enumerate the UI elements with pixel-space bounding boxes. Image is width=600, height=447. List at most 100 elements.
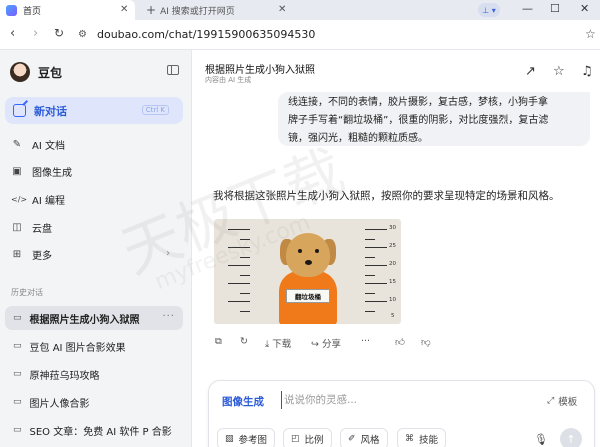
prompt-input[interactable] bbox=[281, 391, 531, 409]
height-ruler-right: 30 25 20 15 10 5 bbox=[365, 219, 401, 324]
notification-bell-icon[interactable]: ♫ bbox=[581, 65, 593, 78]
send-button[interactable]: ↑ bbox=[560, 428, 582, 447]
reference-image-icon: ▧ bbox=[225, 434, 234, 444]
regenerate-icon[interactable]: ↻ bbox=[240, 336, 248, 347]
history-item-label: 原神菈乌玛攻略 bbox=[29, 370, 100, 382]
browser-tab-home[interactable]: 首页 ✕ bbox=[0, 0, 135, 20]
brand-name: 豆包 bbox=[38, 65, 63, 80]
shortcut-badge: Ctrl K bbox=[141, 105, 169, 115]
forward-icon[interactable]: › bbox=[33, 27, 38, 40]
history-item[interactable]: ▭ SEO 文章：免费 AI 软件 P 合影 bbox=[5, 418, 183, 442]
chat-title: 根据照片生成小狗入狱照 bbox=[205, 65, 315, 76]
style-brush-icon: ✐ bbox=[348, 434, 356, 444]
bookmark-star-icon[interactable]: ☆ bbox=[585, 27, 596, 41]
ai-generated-notice: 内容由 AI 生成 bbox=[205, 76, 252, 84]
history-item[interactable]: ▭ 图片人像合影 bbox=[5, 390, 183, 414]
assistant-message: 我将根据这张照片生成小狗入狱照，按照你的要求呈现特定的场景和风格。 bbox=[213, 190, 560, 202]
chip-style[interactable]: ✐ 风格 bbox=[340, 428, 388, 447]
profile-badge[interactable]: ⊥ ▾ bbox=[478, 3, 500, 17]
mugshot-sign: 翻垃圾桶 bbox=[286, 289, 330, 303]
share-button[interactable]: ↪ 分享 bbox=[311, 336, 341, 350]
sidebar-item-more[interactable]: ⊞ 更多 bbox=[11, 246, 52, 262]
reload-icon[interactable]: ↻ bbox=[54, 27, 64, 39]
skill-icon: ⌘ bbox=[405, 434, 414, 444]
share-label: 分享 bbox=[322, 339, 342, 350]
user-message-line: 镜，强闪光，粗糙的颗粒质感。 bbox=[288, 133, 428, 144]
thumbs-down-icon[interactable]: 👎︎ bbox=[421, 336, 431, 348]
user-message-bubble: 线连接，不同的表情，胶片摄影，复古感，梦核，小狗手拿 牌子手写着“翻垃圾桶”，很… bbox=[278, 92, 590, 146]
history-item[interactable]: ▭ 豆包 AI 图片合影效果 bbox=[5, 334, 183, 358]
sidebar-item-ai-coding[interactable]: </> AI 编程 bbox=[11, 191, 65, 207]
dog-head bbox=[286, 233, 330, 277]
url-field[interactable]: doubao.com/chat/19915900635094530 bbox=[97, 28, 315, 41]
microphone-icon[interactable]: 🎙︎ bbox=[534, 433, 548, 446]
copy-icon[interactable]: ⧉ bbox=[215, 336, 222, 347]
history-item-label: 图片人像合影 bbox=[29, 398, 90, 410]
close-window-icon[interactable]: ✕ bbox=[580, 2, 589, 15]
grid-icon: ⊞ bbox=[12, 248, 22, 260]
share-icon[interactable]: ↗ bbox=[525, 65, 536, 78]
close-tab-icon[interactable]: ✕ bbox=[120, 4, 128, 15]
chip-skill[interactable]: ⌘ 技能 bbox=[397, 428, 447, 447]
chat-bubble-icon: ▭ bbox=[13, 397, 22, 407]
chat-bubble-icon: ▭ bbox=[13, 313, 22, 323]
history-section-label: 历史对话 bbox=[11, 288, 43, 297]
history-item-label: SEO 文章：免费 AI 软件 P 合影 bbox=[29, 426, 172, 438]
ruler-number: 30 bbox=[389, 225, 396, 231]
minimize-icon[interactable]: — bbox=[522, 2, 533, 15]
tab-title: AI 搜索或打开网页 bbox=[160, 6, 235, 17]
collapse-sidebar-icon[interactable] bbox=[167, 65, 179, 75]
history-item-label: 根据照片生成小狗入狱照 bbox=[29, 314, 140, 326]
history-item[interactable]: ▭ 原神菈乌玛攻略 bbox=[5, 362, 183, 386]
chevron-right-icon: › bbox=[166, 248, 170, 259]
sidebar-item-cloud-disk[interactable]: ◫ 云盘 bbox=[11, 219, 52, 235]
user-message-line: 牌子手写着“翻垃圾桶”，很重的阴影，对比度强烈，复古滤 bbox=[288, 115, 549, 126]
chat-bubble-icon: ▭ bbox=[13, 369, 22, 379]
sidebar: 豆包 新对话 Ctrl K ✎ AI 文档 ▣ 图像生成 </> AI 编程 ◫… bbox=[0, 50, 192, 447]
chip-ratio[interactable]: ◰ 比例 bbox=[283, 428, 332, 447]
template-button[interactable]: ⤢ 模板 bbox=[547, 394, 577, 408]
ruler-number: 5 bbox=[391, 313, 395, 319]
new-chat-button[interactable]: 新对话 Ctrl K bbox=[5, 97, 183, 124]
chat-bubble-icon: ▭ bbox=[13, 341, 22, 351]
download-button[interactable]: ⤓ 下载 bbox=[265, 336, 291, 350]
arrow-up-icon: ↑ bbox=[566, 432, 576, 446]
maximize-icon[interactable]: ☐ bbox=[550, 2, 560, 15]
expand-icon: ⤢ bbox=[547, 396, 555, 406]
chip-reference-image[interactable]: ▧ 参考图 bbox=[217, 428, 276, 447]
download-label: 下载 bbox=[272, 339, 292, 350]
chip-label: 比例 bbox=[304, 435, 324, 446]
site-settings-icon[interactable]: ⚙ bbox=[78, 29, 87, 40]
dog-eye bbox=[298, 249, 302, 253]
chip-label: 参考图 bbox=[238, 435, 268, 446]
favorite-star-icon[interactable]: ☆ bbox=[553, 65, 565, 78]
brand[interactable]: 豆包 bbox=[10, 62, 62, 82]
dog-eye bbox=[315, 249, 319, 253]
sidebar-item-label: 云盘 bbox=[32, 223, 52, 235]
browser-tab-new[interactable]: + AI 搜索或打开网页 ✕ bbox=[140, 0, 295, 20]
history-item-label: 豆包 AI 图片合影效果 bbox=[29, 342, 126, 354]
doubao-favicon-icon bbox=[6, 4, 17, 16]
plus-icon: + bbox=[146, 3, 157, 17]
sidebar-item-ai-doc[interactable]: ✎ AI 文档 bbox=[11, 136, 65, 152]
sidebar-item-label: 更多 bbox=[32, 250, 52, 262]
ruler-number: 10 bbox=[389, 297, 396, 303]
dog-nose bbox=[305, 260, 312, 265]
user-message-line: 线连接，不同的表情，胶片摄影，复古感，梦核，小狗手拿 bbox=[288, 97, 548, 108]
chat-composer: 图像生成 ⤢ 模板 ▧ 参考图 ◰ 比例 ✐ 风格 ⌘ 技能 🎙︎ ↑ bbox=[208, 380, 595, 447]
chat-main: 根据照片生成小狗入狱照 内容由 AI 生成 ↗ ☆ ♫ 线连接，不同的表情，胶片… bbox=[193, 50, 600, 447]
chip-label: 风格 bbox=[360, 435, 380, 446]
chip-label: 技能 bbox=[419, 435, 439, 446]
code-icon: </> bbox=[11, 194, 28, 204]
thumbs-up-icon[interactable]: 👍︎ bbox=[395, 336, 405, 348]
more-options-icon[interactable]: ··· bbox=[361, 336, 370, 347]
generated-image[interactable]: 30 25 20 15 10 5 翻垃圾桶 bbox=[214, 219, 401, 324]
mode-label[interactable]: 图像生成 bbox=[222, 394, 264, 409]
height-ruler-left bbox=[214, 219, 250, 324]
close-tab-icon[interactable]: ✕ bbox=[278, 4, 286, 15]
history-item[interactable]: ▭ 根据照片生成小狗入狱照 ··· bbox=[5, 306, 183, 330]
sidebar-item-image-gen[interactable]: ▣ 图像生成 bbox=[11, 163, 72, 179]
back-icon[interactable]: ‹ bbox=[10, 27, 15, 40]
more-options-icon[interactable]: ··· bbox=[162, 311, 175, 322]
sidebar-item-label: AI 文档 bbox=[32, 140, 65, 152]
